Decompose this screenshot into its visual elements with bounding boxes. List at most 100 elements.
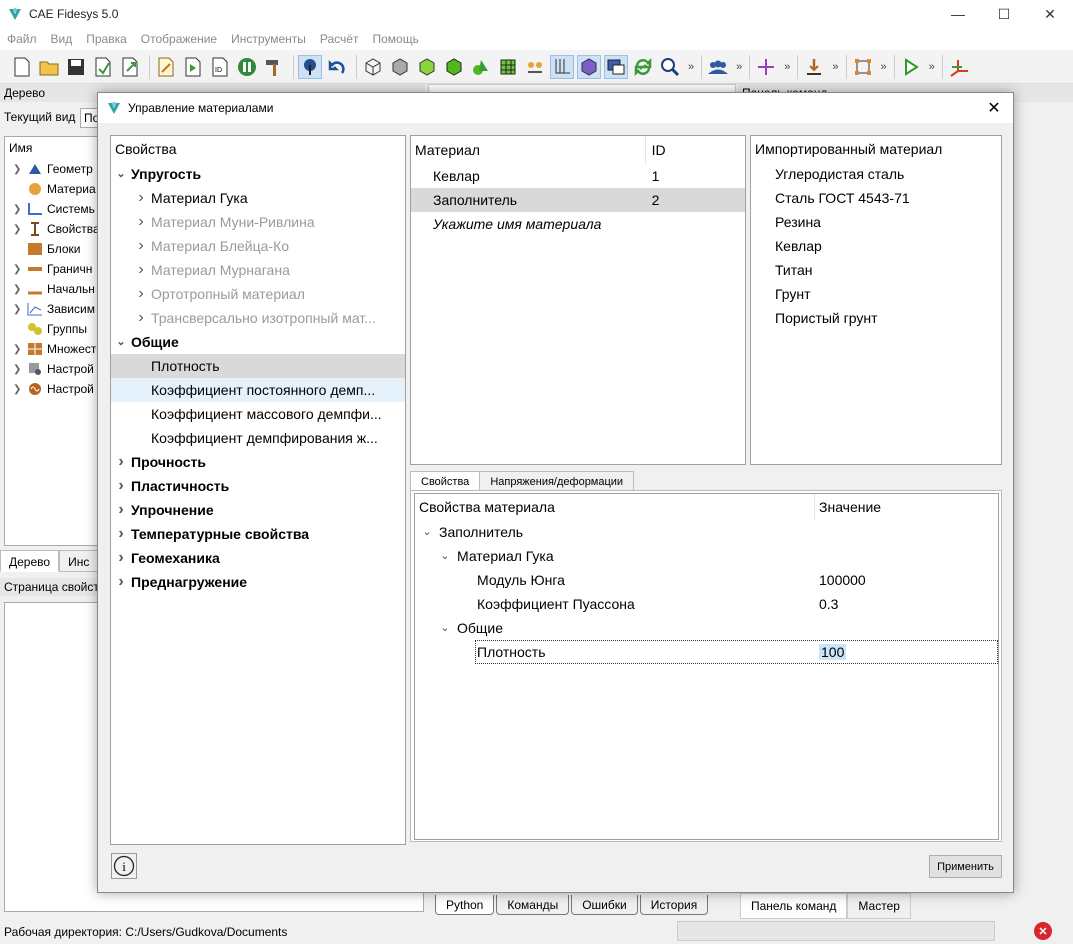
property-item[interactable]: › Материал Мурнагана — [111, 258, 405, 282]
chevron-down-icon[interactable]: ⌄ — [437, 544, 453, 568]
purple-cube-icon[interactable] — [577, 54, 601, 79]
tab-command-panel[interactable]: Панель команд — [740, 893, 848, 919]
property-item[interactable]: › Материал Гука — [111, 186, 405, 210]
chevron-right-icon[interactable]: › — [111, 474, 131, 498]
tab-tree[interactable]: Дерево — [0, 550, 60, 572]
toolbar-more-1[interactable]: » — [688, 61, 694, 73]
value-youngs-modulus[interactable]: 100000 — [815, 568, 866, 592]
coordinate-axes-icon[interactable] — [947, 55, 971, 79]
play-icon[interactable] — [899, 55, 923, 79]
close-app-button[interactable]: ✕ — [1027, 0, 1073, 28]
chevron-right-icon[interactable]: › — [131, 234, 151, 258]
maximize-button[interactable]: ☐ — [981, 0, 1027, 28]
menu-help[interactable]: Помощь — [372, 32, 418, 46]
property-youngs-modulus[interactable]: Модуль Юнга 100000 — [415, 568, 998, 592]
material-row[interactable]: Кевлар 1 — [411, 164, 745, 188]
tab-wizard[interactable]: Мастер — [847, 893, 911, 919]
window-select-icon[interactable] — [604, 54, 628, 79]
shapes-icon[interactable] — [469, 55, 493, 79]
menu-tools[interactable]: Инструменты — [231, 32, 306, 46]
property-item[interactable]: › Трансверсально изотропный мат... — [111, 306, 405, 330]
material-row-selected[interactable]: Заполнитель 2 — [411, 188, 745, 212]
column-value[interactable]: Значение — [815, 494, 881, 520]
chevron-right-icon[interactable]: › — [111, 498, 131, 522]
property-item[interactable]: Коэффициент массового демпфи... — [111, 402, 405, 426]
new-material-placeholder[interactable]: Укажите имя материала — [411, 212, 745, 236]
apply-button[interactable]: Применить — [929, 855, 1002, 878]
mesh-cube-icon[interactable] — [496, 55, 520, 79]
chevron-right-icon[interactable]: › — [111, 522, 131, 546]
imported-material-item[interactable]: Грунт — [751, 282, 1001, 306]
imported-material-item[interactable]: Титан — [751, 258, 1001, 282]
tree-node-material[interactable]: ⌄ Заполнитель — [415, 520, 998, 544]
menu-display[interactable]: Отображение — [141, 32, 217, 46]
export-icon[interactable] — [91, 55, 115, 79]
menu-edit[interactable]: Правка — [86, 32, 127, 46]
select-mode-icon[interactable] — [298, 54, 322, 79]
minimize-button[interactable]: — — [935, 0, 981, 28]
property-category[interactable]: ⌄ Упругость — [111, 162, 405, 186]
imported-material-item[interactable]: Резина — [751, 210, 1001, 234]
toolbar-more-2[interactable]: » — [736, 61, 742, 73]
green-cube-icon[interactable] — [415, 55, 439, 79]
property-category[interactable]: ⌄ Общие — [111, 330, 405, 354]
import-icon[interactable] — [118, 55, 142, 79]
run-script-icon[interactable] — [181, 55, 205, 79]
menu-view[interactable]: Вид — [51, 32, 73, 46]
property-category[interactable]: › Геомеханика — [111, 546, 405, 570]
chevron-right-icon[interactable]: › — [111, 546, 131, 570]
users-icon[interactable] — [706, 55, 730, 79]
property-category[interactable]: › Упрочнение — [111, 498, 405, 522]
chevron-right-icon[interactable]: › — [131, 210, 151, 234]
menu-calculation[interactable]: Расчёт — [320, 32, 359, 46]
toolbar-more-3[interactable]: » — [784, 61, 790, 73]
chevron-down-icon[interactable]: ⌄ — [437, 616, 453, 640]
chevron-right-icon[interactable]: › — [111, 570, 131, 594]
hammer-icon[interactable] — [262, 55, 286, 79]
load-arrow-icon[interactable] — [802, 55, 826, 79]
undo-icon[interactable] — [325, 55, 349, 79]
tree-node-hooke[interactable]: ⌄ Материал Гука — [415, 544, 998, 568]
chevron-right-icon[interactable]: › — [131, 258, 151, 282]
open-folder-icon[interactable] — [37, 55, 61, 79]
chevron-down-icon[interactable]: ⌄ — [111, 330, 131, 354]
tab-properties[interactable]: Свойства — [410, 471, 481, 491]
toolbar-more-4[interactable]: » — [832, 61, 838, 73]
tab-tools[interactable]: Инс — [59, 550, 99, 572]
error-status-icon[interactable]: ✕ — [1034, 922, 1052, 940]
property-item[interactable]: › Материал Блейца-Ко — [111, 234, 405, 258]
property-category[interactable]: › Преднагружение — [111, 570, 405, 594]
tree-node-general[interactable]: ⌄ Общие — [415, 616, 998, 640]
toolbar-more-6[interactable]: » — [929, 61, 935, 73]
pause-icon[interactable] — [235, 55, 259, 79]
column-material-property[interactable]: Свойства материала — [415, 494, 815, 520]
crosshair-icon[interactable] — [754, 55, 778, 79]
new-file-icon[interactable] — [10, 55, 34, 79]
menu-file[interactable]: Файл — [7, 32, 37, 46]
chevron-down-icon[interactable]: ⌄ — [419, 520, 435, 544]
imported-material-item[interactable]: Сталь ГОСТ 4543-71 — [751, 186, 1001, 210]
info-button[interactable]: i — [111, 853, 137, 879]
id-file-icon[interactable]: ID — [208, 55, 232, 79]
property-category[interactable]: › Пластичность — [111, 474, 405, 498]
solid-green-cube-icon[interactable] — [442, 55, 466, 79]
tab-python[interactable]: Python — [435, 895, 495, 915]
nodes-icon[interactable] — [523, 55, 547, 79]
script-edit-icon[interactable] — [154, 55, 178, 79]
property-category[interactable]: › Прочность — [111, 450, 405, 474]
property-item[interactable]: Коэффициент демпфирования ж... — [111, 426, 405, 450]
tab-commands[interactable]: Команды — [496, 895, 570, 915]
toolbar-more-5[interactable]: » — [881, 61, 887, 73]
tab-errors[interactable]: Ошибки — [571, 895, 638, 915]
refresh-icon[interactable] — [631, 55, 655, 79]
zoom-icon[interactable] — [658, 55, 682, 79]
property-item[interactable]: › Ортотропный материал — [111, 282, 405, 306]
column-id[interactable]: ID — [646, 136, 745, 164]
wireframe-cube-icon[interactable] — [361, 55, 385, 79]
dialog-close-button[interactable]: ✕ — [983, 97, 1005, 119]
imported-material-item[interactable]: Углеродистая сталь — [751, 162, 1001, 186]
property-item[interactable]: › Материал Муни-Ривлина — [111, 210, 405, 234]
density-value-input[interactable]: 100 — [819, 644, 847, 660]
save-icon[interactable] — [64, 55, 88, 79]
value-poisson-ratio[interactable]: 0.3 — [815, 592, 838, 616]
